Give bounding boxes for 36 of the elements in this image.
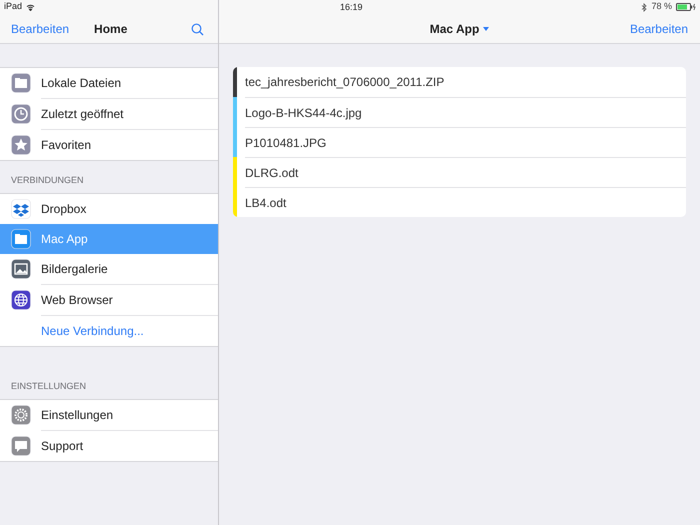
status-time: 16:19 (340, 1, 363, 14)
caret-icon (483, 27, 490, 31)
folder-icon (11, 73, 31, 93)
title-dropdown[interactable]: Mac App (430, 20, 490, 38)
new-connection-link[interactable]: Neue Verbindung... (0, 316, 218, 346)
sidebar-item[interactable]: Support (0, 431, 218, 461)
edit-button[interactable]: Bearbeiten (630, 20, 688, 38)
sidebar-item[interactable]: Web Browser (0, 285, 218, 315)
sidebar-item[interactable]: Einstellungen (0, 400, 218, 430)
picture-icon (11, 259, 31, 279)
section-header: VERBINDUNGEN (11, 174, 84, 186)
speech-bubble-icon (11, 436, 31, 456)
globe-icon (11, 290, 31, 310)
battery-percentage: 78 % (651, 0, 672, 14)
clock-icon (11, 104, 31, 124)
file-name[interactable]: P1010481.JPG (245, 134, 326, 152)
device-name: iPad (4, 0, 22, 14)
file-name[interactable]: LB4.odt (245, 194, 286, 212)
gear-icon (11, 405, 31, 425)
edit-button[interactable]: Bearbeiten (11, 20, 70, 38)
search-icon[interactable] (191, 22, 204, 36)
sidebar-item[interactable]: Zuletzt geöffnet (0, 99, 218, 129)
bluetooth-icon (641, 2, 648, 12)
file-name[interactable]: Logo-B-HKS44-4c.jpg (245, 104, 362, 122)
sidebar-item[interactable]: Lokale Dateien (0, 68, 218, 98)
section-header: EINSTELLUNGEN (11, 380, 86, 392)
file-name[interactable]: DLRG.odt (245, 164, 298, 182)
dropbox-icon (11, 199, 31, 219)
sidebar-item[interactable]: Dropbox (0, 194, 218, 224)
folder-icon (11, 229, 31, 249)
wifi-icon (26, 4, 36, 10)
battery-icon (676, 3, 696, 11)
sidebar-item[interactable]: Bildergalerie (0, 254, 218, 284)
sidebar-title: Home (94, 21, 128, 38)
file-name[interactable]: tec_jahresbericht_0706000_2011.ZIP (245, 73, 444, 91)
sidebar-item[interactable]: Favoriten (0, 130, 218, 160)
